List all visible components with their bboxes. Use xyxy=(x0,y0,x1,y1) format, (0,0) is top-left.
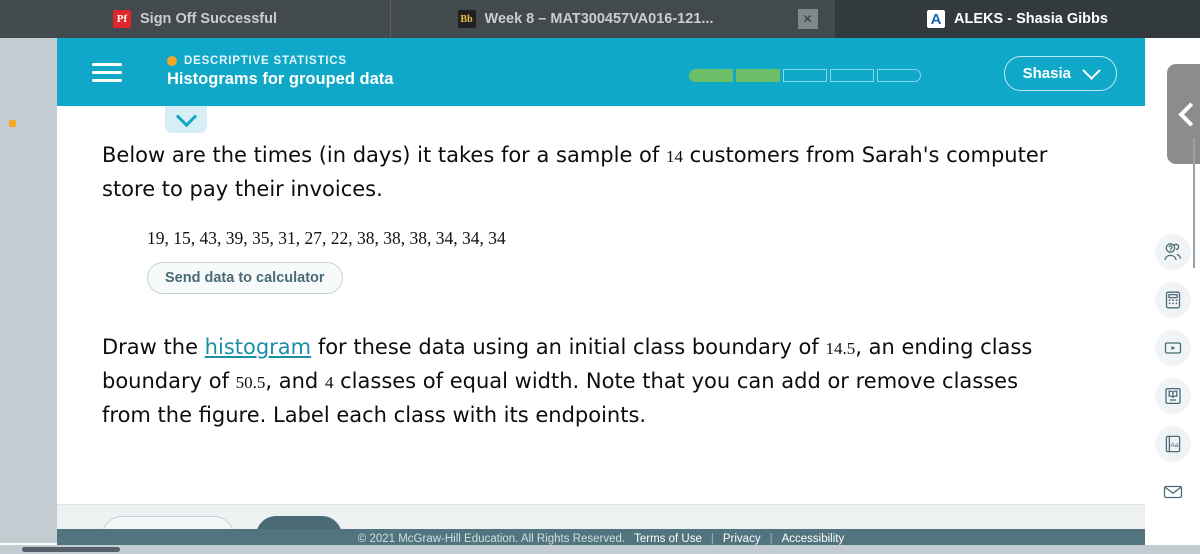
header-title-group: DESCRIPTIVE STATISTICS Histograms for gr… xyxy=(167,55,393,89)
browser-tab-3-title: ALEKS - Shasia Gibbs xyxy=(954,11,1108,27)
question-content: Below are the times (in days) it takes f… xyxy=(57,106,1145,504)
progress-segment-5 xyxy=(877,69,921,82)
accessibility-link[interactable]: Accessibility xyxy=(782,533,845,545)
user-menu-label: Shasia xyxy=(1022,65,1071,82)
data-values-list: 19, 15, 43, 39, 35, 31, 27, 22, 38, 38, … xyxy=(147,228,506,249)
app-header-bar: DESCRIPTIVE STATISTICS Histograms for gr… xyxy=(57,38,1145,106)
aleks-app: DESCRIPTIVE STATISTICS Histograms for gr… xyxy=(57,38,1145,543)
topic-kicker: DESCRIPTIVE STATISTICS xyxy=(167,55,393,67)
panel-collapse-tab[interactable] xyxy=(165,106,207,133)
copyright-text: © 2021 McGraw-Hill Education. All Rights… xyxy=(357,532,626,545)
progress-segment-4 xyxy=(830,69,874,82)
progress-segment-2 xyxy=(736,69,780,82)
browser-tab-2-close-wrap: ✕ xyxy=(780,0,835,38)
terms-of-use-link[interactable]: Terms of Use xyxy=(634,533,702,545)
blackboard-icon: Bb xyxy=(457,10,476,28)
browser-tab-2-title: Week 8 – MAT300457VA016-121... xyxy=(484,11,714,27)
calculator-icon[interactable] xyxy=(1154,282,1191,318)
browser-tab-1[interactable]: Pf Sign Off Successful xyxy=(0,0,390,38)
question-intro: Below are the times (in days) it takes f… xyxy=(102,138,1062,206)
email-envelope-icon[interactable] xyxy=(1155,474,1191,510)
orange-marker-dot xyxy=(9,120,16,127)
topic-status-dot-icon xyxy=(167,56,177,66)
page-title: Histograms for grouped data xyxy=(167,70,394,88)
glossary-aa-icon[interactable]: Aa xyxy=(1154,426,1191,462)
progress-indicator xyxy=(689,69,921,82)
video-play-icon[interactable] xyxy=(1154,330,1191,366)
initial-boundary-value: 14.5 xyxy=(825,339,856,359)
footer-separator-1: | xyxy=(710,532,714,545)
question-task: Draw the histogram for these data using … xyxy=(102,330,1062,432)
horizontal-scrollbar-thumb[interactable] xyxy=(22,547,120,552)
dictionary-book-icon[interactable] xyxy=(1154,378,1191,414)
user-menu-button[interactable]: Shasia xyxy=(1003,56,1117,91)
browser-tab-strip: Pf Sign Off Successful Bb Week 8 – MAT30… xyxy=(0,0,1200,38)
ending-boundary-value: 50.5 xyxy=(235,373,266,393)
help-person-icon[interactable] xyxy=(1154,234,1191,270)
right-tool-rail: Aa xyxy=(1145,38,1200,545)
intro-text-before: Below are the times (in days) it takes f… xyxy=(102,143,666,167)
rail-tool-list: Aa xyxy=(1145,234,1200,510)
question-body: Below are the times (in days) it takes f… xyxy=(57,106,1145,432)
hamburger-menu-icon[interactable] xyxy=(92,62,122,82)
task-text-1: Draw the xyxy=(102,335,205,360)
close-icon[interactable]: ✕ xyxy=(797,9,818,29)
progress-segment-1 xyxy=(689,69,733,82)
browser-tab-2[interactable]: Bb Week 8 – MAT300457VA016-121... xyxy=(390,0,780,38)
chevron-down-icon xyxy=(175,106,197,128)
chevron-down-icon xyxy=(1082,61,1101,80)
aleks-icon: A xyxy=(927,10,946,28)
rail-divider xyxy=(1193,138,1195,268)
sample-size-value: 14 xyxy=(665,147,683,166)
histogram-link[interactable]: histogram xyxy=(205,335,311,359)
left-gutter xyxy=(0,38,57,543)
progress-segment-3 xyxy=(783,69,827,82)
privacy-link[interactable]: Privacy xyxy=(723,533,761,545)
svg-text:Aa: Aa xyxy=(1170,442,1178,449)
task-text-2: for these data using an initial class bo… xyxy=(311,335,826,360)
browser-tab-1-title: Sign Off Successful xyxy=(140,11,277,27)
rail-collapse-handle[interactable] xyxy=(1167,64,1200,164)
chevron-left-icon xyxy=(1177,101,1200,127)
horizontal-scrollbar[interactable] xyxy=(0,545,1200,554)
browser-tab-3-active[interactable]: A ALEKS - Shasia Gibbs xyxy=(835,0,1200,38)
footer-separator-2: | xyxy=(769,532,773,545)
proofpoint-icon: Pf xyxy=(113,10,131,28)
task-text-4: , and xyxy=(265,369,325,394)
topic-kicker-label: DESCRIPTIVE STATISTICS xyxy=(184,55,347,67)
send-data-to-calculator-button[interactable]: Send data to calculator xyxy=(147,262,343,295)
